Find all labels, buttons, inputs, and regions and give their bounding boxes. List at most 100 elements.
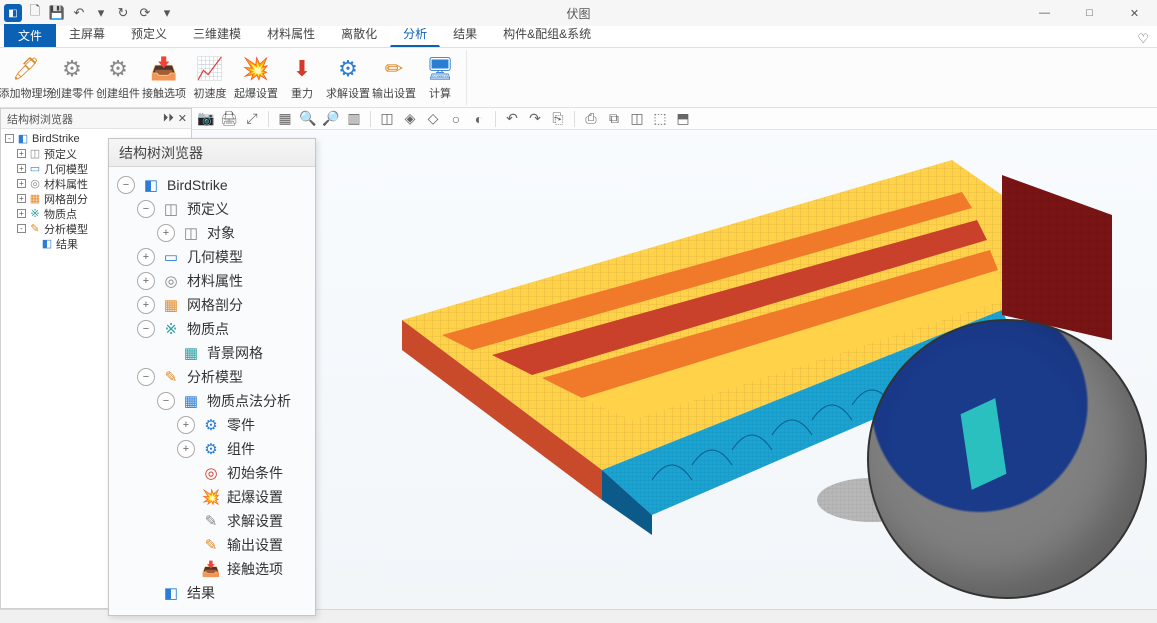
menu-tab-7[interactable]: 构件&配组&系统 xyxy=(490,21,604,47)
file-tab[interactable]: 文件 xyxy=(4,24,56,47)
expand-icon[interactable]: + xyxy=(17,164,26,173)
tree-row-对象[interactable]: +◫对象 xyxy=(113,221,311,245)
ribbon-icon: ⚙ xyxy=(334,55,362,83)
viewport-tool-12[interactable]: ↶ xyxy=(502,109,522,129)
toggle-icon[interactable]: + xyxy=(157,224,175,242)
row-label: 组件 xyxy=(227,439,255,459)
toggle-icon[interactable]: − xyxy=(157,392,175,410)
row-label: 结果 xyxy=(187,583,215,603)
viewport-tool-5[interactable]: 🔎 xyxy=(321,109,341,129)
row-icon: ◫ xyxy=(161,199,181,219)
viewport-tool-9[interactable]: ◇ xyxy=(423,109,443,129)
ribbon-初速度[interactable]: 📈初速度 xyxy=(188,52,232,103)
menu-tab-4[interactable]: 离散化 xyxy=(328,21,390,47)
qat-redo[interactable]: ▾ xyxy=(92,4,110,22)
viewport-tool-0[interactable]: 📷 xyxy=(196,109,216,129)
dock-pin-icon[interactable]: ⏵⏵ xyxy=(163,112,174,125)
dock-close-icon[interactable]: ✕ xyxy=(178,112,187,125)
viewport-tool-19[interactable]: ⬒ xyxy=(673,109,693,129)
viewport-tool-4[interactable]: 🔍 xyxy=(298,109,318,129)
row-icon: ▦ xyxy=(181,343,201,363)
viewport-tool-8[interactable]: ◈ xyxy=(400,109,420,129)
viewport-tool-11[interactable]: ◐ xyxy=(469,109,489,129)
tree-row-几何模型[interactable]: +▭几何模型 xyxy=(113,245,311,269)
viewport-tool-1[interactable]: 🖨 xyxy=(219,109,239,129)
toggle-icon[interactable]: + xyxy=(137,272,155,290)
tree-row-组件[interactable]: +⚙组件 xyxy=(113,437,311,461)
ribbon-添加物理场[interactable]: 🖊添加物理场 xyxy=(4,52,48,103)
toggle-icon[interactable]: + xyxy=(137,296,155,314)
viewport-tool-17[interactable]: ◫ xyxy=(627,109,647,129)
ribbon-求解设置[interactable]: ⚙求解设置 xyxy=(326,52,370,103)
expand-icon[interactable]: + xyxy=(17,179,26,188)
ribbon-创建组件[interactable]: ⚙创建组件 xyxy=(96,52,140,103)
toggle-icon[interactable]: − xyxy=(137,320,155,338)
expand-icon[interactable]: + xyxy=(17,209,26,218)
ribbon-输出设置[interactable]: ✏输出设置 xyxy=(372,52,416,103)
tree-row-预定义[interactable]: −◫预定义 xyxy=(113,197,311,221)
menu-tab-1[interactable]: 预定义 xyxy=(118,21,180,47)
minimize-button[interactable]: — xyxy=(1022,0,1067,26)
viewport-3d[interactable] xyxy=(192,130,1157,609)
qat-dd1[interactable]: ↻ xyxy=(114,4,132,22)
viewport-tool-15[interactable]: ⎙ xyxy=(581,109,601,129)
tree-row-背景网格[interactable]: ▦背景网格 xyxy=(113,341,311,365)
tree-row-物质点[interactable]: −※物质点 xyxy=(113,317,311,341)
qat-new[interactable]: 🗋 xyxy=(26,4,44,22)
toggle-icon[interactable]: − xyxy=(117,176,135,194)
menu-tab-0[interactable]: 主屏幕 xyxy=(56,21,118,47)
qat-undo[interactable]: ↶ xyxy=(70,4,88,22)
viewport-tool-16[interactable]: ⧉ xyxy=(604,109,624,129)
tree-icon: ▭ xyxy=(29,163,41,175)
viewport-tool-3[interactable]: ▦ xyxy=(275,109,295,129)
viewport-tool-13[interactable]: ↷ xyxy=(525,109,545,129)
toggle-icon[interactable]: − xyxy=(137,200,155,218)
viewport-tool-14[interactable]: ⎘ xyxy=(548,109,568,129)
qat-dd2[interactable]: ▾ xyxy=(158,4,176,22)
ribbon-接触选项[interactable]: 📥接触选项 xyxy=(142,52,186,103)
expand-icon[interactable]: - xyxy=(5,134,14,143)
tree-row-初始条件[interactable]: ◎初始条件 xyxy=(113,461,311,485)
viewport-tool-18[interactable]: ⬚ xyxy=(650,109,670,129)
tree-row-零件[interactable]: +⚙零件 xyxy=(113,413,311,437)
help-icon[interactable]: ♡ xyxy=(1137,31,1149,47)
viewport-tool-6[interactable]: ▥ xyxy=(344,109,364,129)
tree-row-结果[interactable]: ◧结果 xyxy=(113,581,311,605)
toggle-icon[interactable]: + xyxy=(177,416,195,434)
viewport-tool-10[interactable]: ○ xyxy=(446,109,466,129)
close-button[interactable]: ✕ xyxy=(1112,0,1157,26)
row-label: 输出设置 xyxy=(227,535,283,555)
toggle-icon[interactable]: + xyxy=(137,248,155,266)
expand-icon[interactable]: - xyxy=(17,224,26,233)
tree-row-网格剖分[interactable]: +▦网格剖分 xyxy=(113,293,311,317)
floating-tree-title[interactable]: 结构树浏览器 xyxy=(109,139,315,167)
tree-row-材料属性[interactable]: +◎材料属性 xyxy=(113,269,311,293)
tree-row-物质点法分析[interactable]: −▦物质点法分析 xyxy=(113,389,311,413)
ribbon-重力[interactable]: ⬇重力 xyxy=(280,52,324,103)
window-controls: — □ ✕ xyxy=(1022,0,1157,26)
ribbon-创建零件[interactable]: ⚙创建零件 xyxy=(50,52,94,103)
expand-icon[interactable]: + xyxy=(17,149,26,158)
qat-save[interactable]: 💾 xyxy=(48,4,66,22)
qat-refresh[interactable]: ⟳ xyxy=(136,4,154,22)
viewport-tool-7[interactable]: ◫ xyxy=(377,109,397,129)
toggle-icon[interactable]: − xyxy=(137,368,155,386)
tree-row-接触选项[interactable]: 📥接触选项 xyxy=(113,557,311,581)
tree-row-BirdStrike[interactable]: −◧BirdStrike xyxy=(113,173,311,197)
toggle-icon[interactable]: + xyxy=(177,440,195,458)
ribbon-label: 输出设置 xyxy=(372,85,416,101)
menu-tab-2[interactable]: 三维建模 xyxy=(180,21,254,47)
expand-icon[interactable]: + xyxy=(17,194,26,203)
tree-row-分析模型[interactable]: −✎分析模型 xyxy=(113,365,311,389)
menu-tab-5[interactable]: 分析 xyxy=(390,21,440,47)
viewport-tool-2[interactable]: ⤢ xyxy=(242,109,262,129)
tree-row-输出设置[interactable]: ✎输出设置 xyxy=(113,533,311,557)
ribbon-起爆设置[interactable]: 💥起爆设置 xyxy=(234,52,278,103)
tree-row-起爆设置[interactable]: 💥起爆设置 xyxy=(113,485,311,509)
floating-tree-panel[interactable]: 结构树浏览器 −◧BirdStrike−◫预定义+◫对象+▭几何模型+◎材料属性… xyxy=(108,138,316,616)
tree-row-求解设置[interactable]: ✎求解设置 xyxy=(113,509,311,533)
menu-tab-3[interactable]: 材料属性 xyxy=(254,21,328,47)
ribbon-计算[interactable]: 🖥计算 xyxy=(418,52,462,103)
maximize-button[interactable]: □ xyxy=(1067,0,1112,26)
menu-tab-6[interactable]: 结果 xyxy=(440,21,490,47)
